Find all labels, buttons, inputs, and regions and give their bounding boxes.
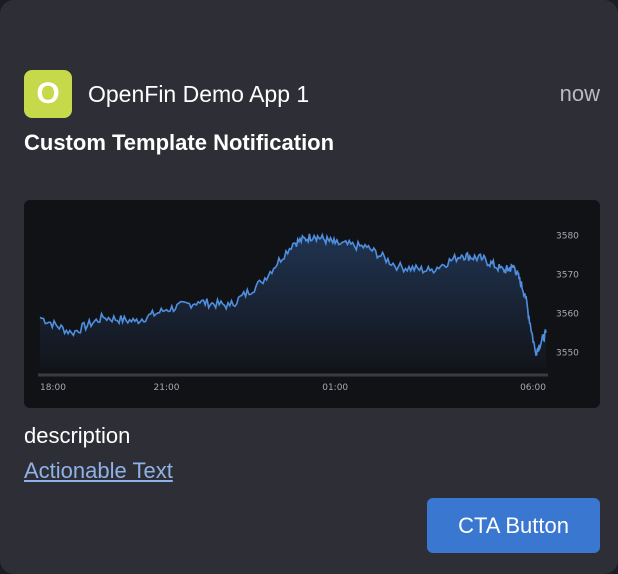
notification-title: Custom Template Notification bbox=[24, 130, 335, 155]
actionable-text-link[interactable]: Actionable Text bbox=[24, 455, 173, 487]
y-tick-label: 3580 bbox=[556, 232, 579, 242]
price-chart: 18:00 21:00 01:00 06:00 3550 3560 3570 3580 bbox=[38, 232, 579, 393]
y-tick-label: 3570 bbox=[556, 271, 579, 281]
notification-description: description bbox=[24, 423, 131, 448]
app-icon: O bbox=[24, 70, 72, 118]
price-area bbox=[40, 233, 546, 368]
timestamp: now bbox=[559, 81, 600, 106]
chart-container: 18:00 21:00 01:00 06:00 3550 3560 3570 3580 bbox=[24, 200, 600, 408]
y-tick-label: 3550 bbox=[556, 348, 579, 358]
y-tick-label: 3560 bbox=[556, 310, 579, 320]
cta-button[interactable]: CTA Button bbox=[427, 498, 600, 553]
app-name: OpenFin Demo App 1 bbox=[88, 81, 310, 107]
x-tick-label: 18:00 bbox=[40, 383, 66, 393]
x-tick-label: 01:00 bbox=[322, 383, 348, 393]
notification-header: O OpenFin Demo App 1 now bbox=[24, 70, 600, 118]
notification-card: O OpenFin Demo App 1 now Custom Template… bbox=[0, 0, 618, 574]
x-tick-label: 06:00 bbox=[520, 383, 546, 393]
x-tick-label: 21:00 bbox=[154, 383, 180, 393]
